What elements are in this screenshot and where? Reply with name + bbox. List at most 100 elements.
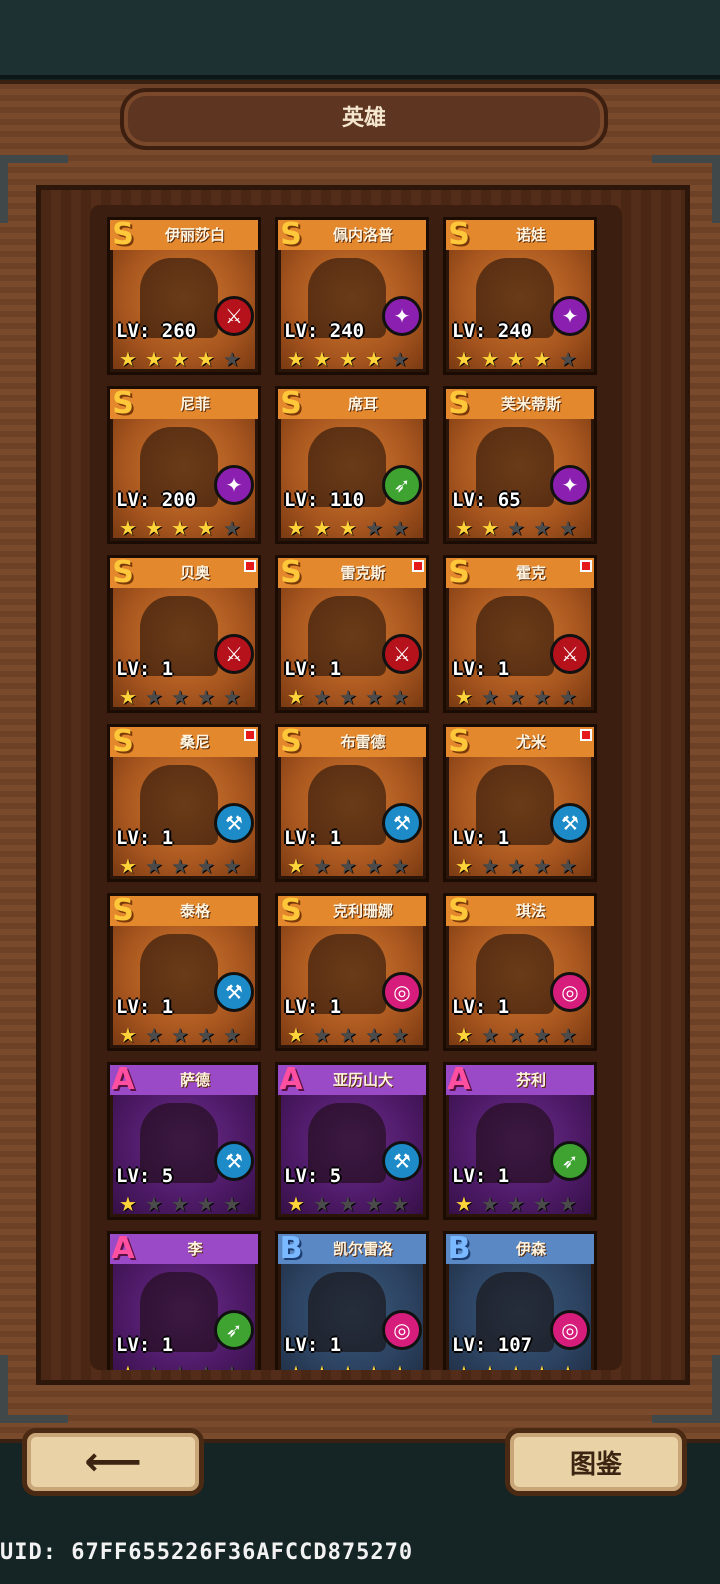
star-empty-icon: ★ bbox=[365, 516, 383, 540]
star-empty-icon: ★ bbox=[391, 1192, 409, 1216]
hero-card[interactable]: S 尤米 LV: 1 ⚒ ★ ★ ★ ★ ★ bbox=[443, 724, 597, 882]
hero-level: LV: 1 bbox=[452, 827, 510, 849]
hero-card[interactable]: B伊森LV: 107◎★★★★★ bbox=[443, 1231, 597, 1370]
sword-class-icon: ⚔ bbox=[550, 634, 590, 674]
hero-card[interactable]: A李LV: 1➶★★★★★ bbox=[107, 1231, 261, 1370]
star-empty-icon: ★ bbox=[507, 516, 525, 540]
hero-level: LV: 1 bbox=[284, 1334, 342, 1356]
orb-class-icon: ◎ bbox=[550, 972, 590, 1012]
back-arrow-icon: ⟵ bbox=[84, 1439, 142, 1485]
star-empty-icon: ★ bbox=[391, 347, 409, 371]
hero-list[interactable]: S 伊丽莎白 LV: 260 ⚔ ★ ★ ★ ★ ★ S 佩内洛普 LV: 240 ✦ ★ ★ ★ ★ ★ S 诺娃 L… bbox=[90, 205, 622, 1370]
star-empty-icon: ★ bbox=[313, 685, 331, 709]
star-empty-icon: ★ bbox=[365, 1023, 383, 1047]
hero-name: 琪法 bbox=[515, 902, 546, 920]
hero-level: LV: 1 bbox=[452, 996, 510, 1018]
star-rating: ★★★★★ bbox=[116, 1362, 244, 1370]
star-empty-icon: ★ bbox=[533, 685, 551, 709]
hero-card[interactable]: S 布雷德 LV: 1 ⚒ ★ ★ ★ ★ ★ bbox=[275, 724, 429, 882]
user-id: UID: 67FF655226F36AFCCD875270 bbox=[0, 1540, 414, 1565]
hero-card[interactable]: S 雷克斯 LV: 1 ⚔ ★ ★ ★ ★ ★ bbox=[275, 555, 429, 713]
hero-card[interactable]: S 贝奥 LV: 1 ⚔ ★ ★ ★ ★ ★ bbox=[107, 555, 261, 713]
star-filled-icon: ★ bbox=[116, 1362, 140, 1370]
back-button[interactable]: ⟵ bbox=[22, 1428, 204, 1496]
star-empty-icon: ★ bbox=[313, 1192, 331, 1216]
new-badge-icon bbox=[244, 560, 256, 572]
star-filled-icon: ★ bbox=[287, 1023, 305, 1047]
rarity-badge: S bbox=[448, 724, 470, 759]
star-empty-icon: ★ bbox=[481, 685, 499, 709]
star-rating: ★★★★★ bbox=[452, 1024, 580, 1046]
star-filled-icon: ★ bbox=[119, 347, 137, 371]
orb-class-icon: ◎ bbox=[382, 972, 422, 1012]
star-filled-icon: ★ bbox=[455, 347, 473, 371]
hero-card[interactable]: S 霍克 LV: 1 ⚔ ★ ★ ★ ★ ★ bbox=[443, 555, 597, 713]
hero-card[interactable]: A 萨德 LV: 5 ⚒ ★ ★ ★ ★ ★ bbox=[107, 1062, 261, 1220]
star-empty-icon: ★ bbox=[533, 854, 551, 878]
rarity-badge: B bbox=[279, 1231, 303, 1266]
new-badge-icon bbox=[580, 560, 592, 572]
hero-card[interactable]: S 尼菲 LV: 200 ✦ ★ ★ ★ ★ ★ bbox=[107, 386, 261, 544]
star-filled-icon: ★ bbox=[284, 1362, 308, 1370]
star-filled-icon: ★ bbox=[504, 1362, 528, 1370]
hero-card[interactable]: A 亚历山大 LV: 5 ⚒ ★ ★ ★ ★ ★ bbox=[275, 1062, 429, 1220]
hero-card[interactable]: S 席耳 LV: 110 ➶ ★ ★ ★ ★ ★ bbox=[275, 386, 429, 544]
star-filled-icon: ★ bbox=[287, 347, 305, 371]
star-empty-icon: ★ bbox=[145, 854, 163, 878]
star-filled-icon: ★ bbox=[119, 1023, 137, 1047]
star-empty-icon: ★ bbox=[507, 854, 525, 878]
star-empty-icon: ★ bbox=[507, 685, 525, 709]
hero-card[interactable]: S 琪法 LV: 1 ◎ ★ ★ ★ ★ ★ bbox=[443, 893, 597, 1051]
star-empty-icon: ★ bbox=[168, 1362, 192, 1370]
hero-level: LV: 1 bbox=[452, 1165, 510, 1187]
hero-card[interactable]: S 克利珊娜 LV: 1 ◎ ★ ★ ★ ★ ★ bbox=[275, 893, 429, 1051]
hero-card[interactable]: S 泰格 LV: 1 ⚒ ★ ★ ★ ★ ★ bbox=[107, 893, 261, 1051]
rarity-badge: S bbox=[448, 217, 470, 252]
star-empty-icon: ★ bbox=[533, 1023, 551, 1047]
hero-level: LV: 1 bbox=[116, 827, 174, 849]
star-rating: ★★★★★ bbox=[452, 517, 580, 539]
hero-card[interactable]: A 芬利 LV: 1 ➶ ★ ★ ★ ★ ★ bbox=[443, 1062, 597, 1220]
star-filled-icon: ★ bbox=[287, 685, 305, 709]
star-empty-icon: ★ bbox=[171, 1192, 189, 1216]
hero-level: LV: 5 bbox=[284, 1165, 342, 1187]
hero-name: 布雷德 bbox=[340, 733, 386, 751]
star-empty-icon: ★ bbox=[313, 854, 331, 878]
star-filled-icon: ★ bbox=[365, 347, 383, 371]
star-filled-icon: ★ bbox=[171, 516, 189, 540]
star-empty-icon: ★ bbox=[391, 1023, 409, 1047]
hero-name: 伊森 bbox=[515, 1240, 546, 1258]
star-filled-icon: ★ bbox=[197, 347, 215, 371]
hero-name: 亚历山大 bbox=[332, 1071, 393, 1089]
hero-card[interactable]: S 芙米蒂斯 LV: 65 ✦ ★ ★ ★ ★ ★ bbox=[443, 386, 597, 544]
star-empty-icon: ★ bbox=[223, 854, 241, 878]
hero-card[interactable]: S 诺娃 LV: 240 ✦ ★ ★ ★ ★ ★ bbox=[443, 217, 597, 375]
hero-level: LV: 1 bbox=[284, 658, 342, 680]
hero-card[interactable]: S 桑尼 LV: 1 ⚒ ★ ★ ★ ★ ★ bbox=[107, 724, 261, 882]
hero-name: 佩内洛普 bbox=[332, 226, 393, 244]
star-empty-icon: ★ bbox=[339, 854, 357, 878]
atlas-button[interactable]: 图鉴 bbox=[505, 1428, 687, 1496]
hero-name: 泰格 bbox=[179, 902, 210, 920]
hero-name: 芙米蒂斯 bbox=[500, 395, 561, 413]
star-empty-icon: ★ bbox=[481, 1023, 499, 1047]
star-empty-icon: ★ bbox=[365, 1192, 383, 1216]
orb-class-icon: ◎ bbox=[550, 1310, 590, 1350]
hero-level: LV: 240 bbox=[284, 320, 365, 342]
star-empty-icon: ★ bbox=[559, 685, 577, 709]
hero-level: LV: 1 bbox=[284, 827, 342, 849]
star-empty-icon: ★ bbox=[223, 347, 241, 371]
hero-card[interactable]: S 伊丽莎白 LV: 260 ⚔ ★ ★ ★ ★ ★ bbox=[107, 217, 261, 375]
star-filled-icon: ★ bbox=[556, 1362, 580, 1370]
star-filled-icon: ★ bbox=[287, 1192, 305, 1216]
hero-name: 尤米 bbox=[515, 733, 546, 751]
star-empty-icon: ★ bbox=[559, 854, 577, 878]
star-filled-icon: ★ bbox=[336, 1362, 360, 1370]
bow-class-icon: ➶ bbox=[550, 1141, 590, 1181]
star-empty-icon: ★ bbox=[391, 685, 409, 709]
star-empty-icon: ★ bbox=[391, 854, 409, 878]
rarity-badge: S bbox=[112, 724, 134, 759]
hero-card[interactable]: B凯尔雷洛LV: 1◎★★★★★ bbox=[275, 1231, 429, 1370]
rarity-badge: B bbox=[447, 1231, 471, 1266]
hero-card[interactable]: S 佩内洛普 LV: 240 ✦ ★ ★ ★ ★ ★ bbox=[275, 217, 429, 375]
